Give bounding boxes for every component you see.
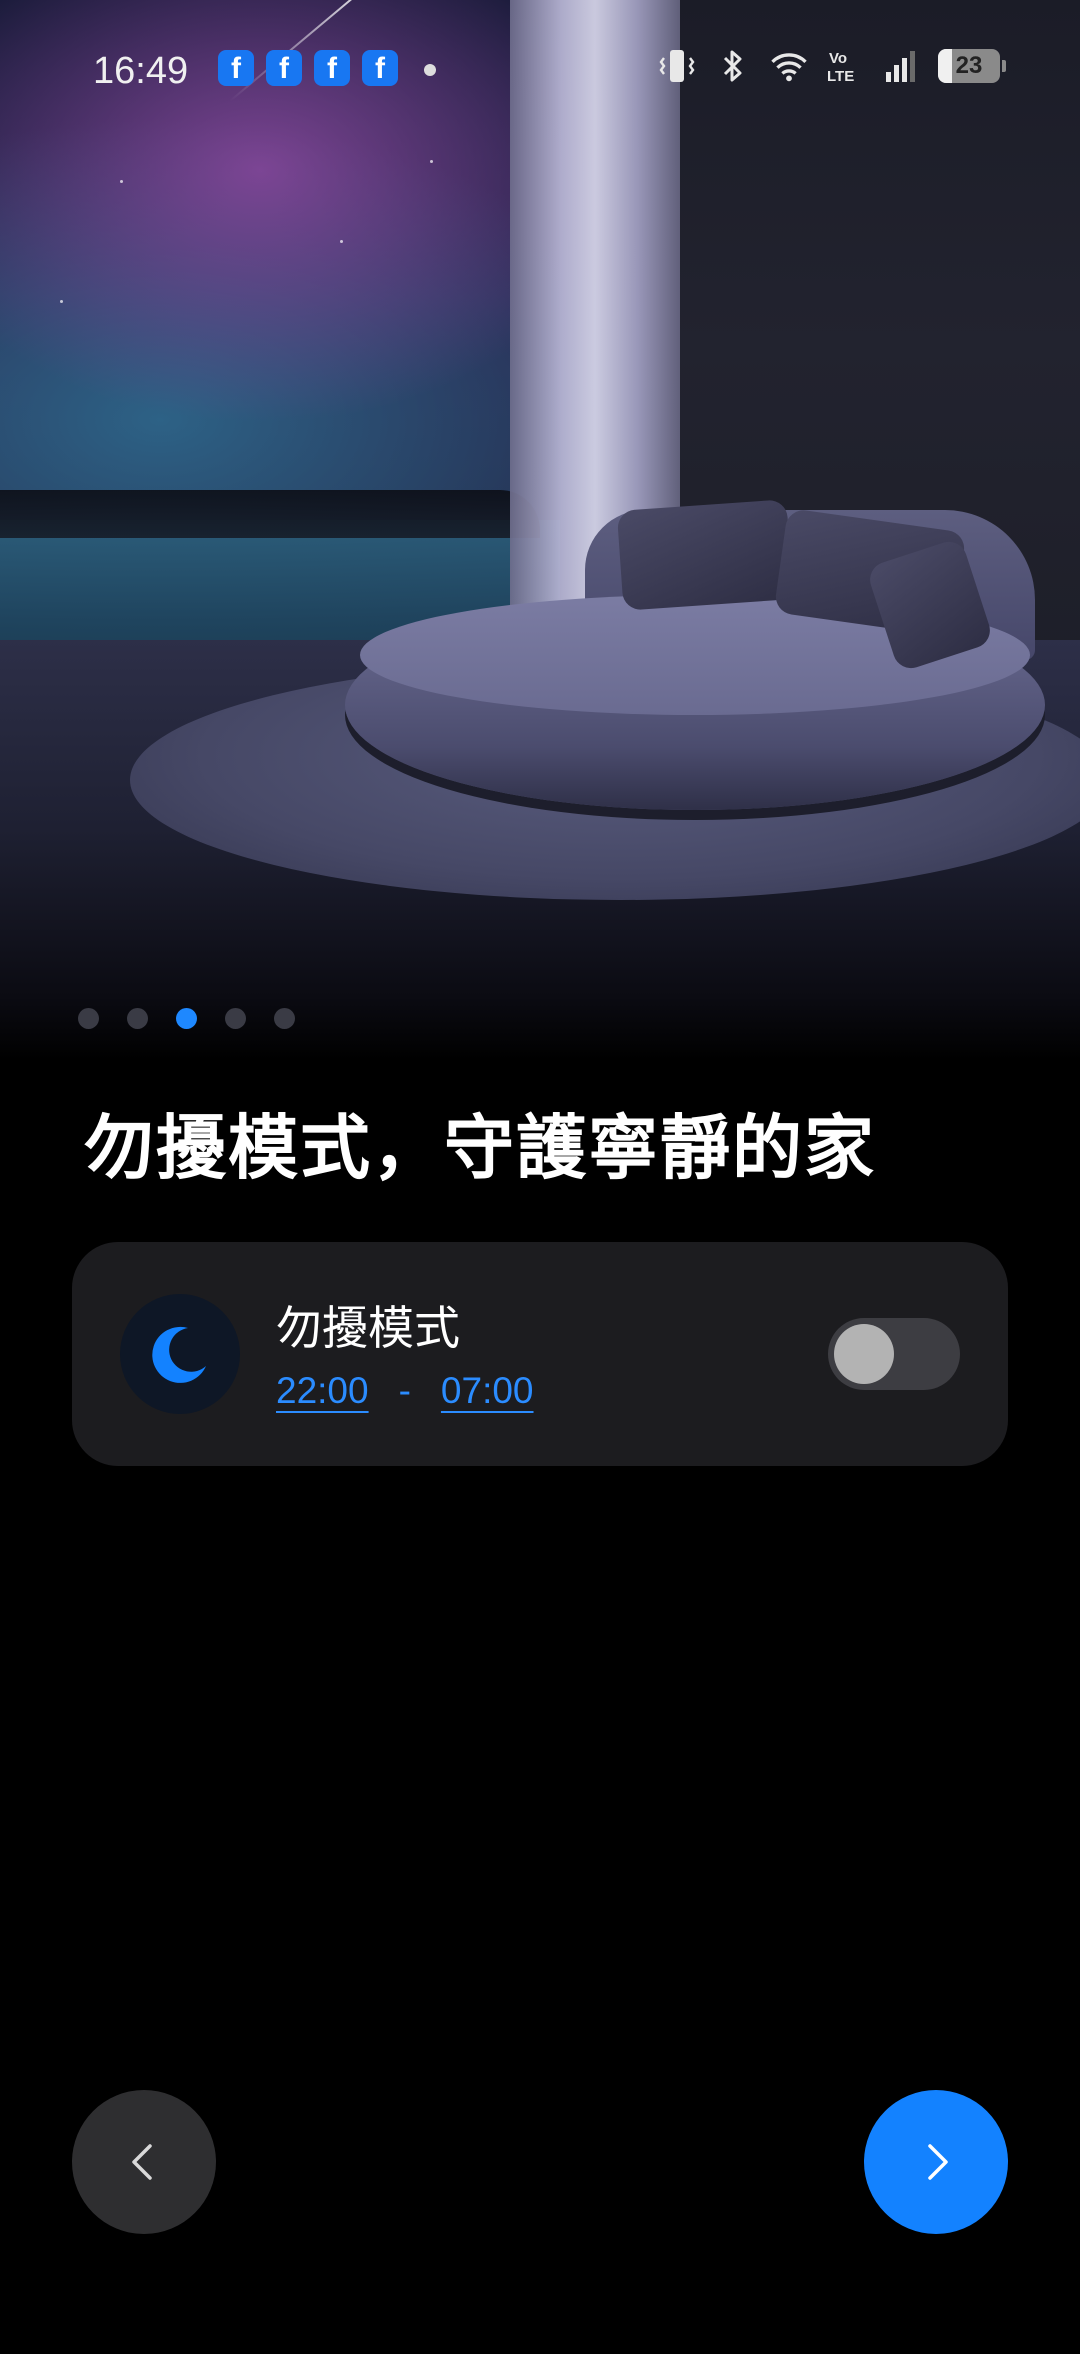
notification-icons: f f f f: [218, 50, 398, 86]
star: [430, 160, 433, 163]
page-dot[interactable]: [127, 1008, 148, 1029]
start-time-link[interactable]: 22:00: [276, 1370, 369, 1412]
star: [60, 300, 63, 303]
page-dot[interactable]: [225, 1008, 246, 1029]
page-dot-active[interactable]: [176, 1008, 197, 1029]
page-dot[interactable]: [274, 1008, 295, 1029]
facebook-icon: f: [218, 50, 254, 86]
end-time-link[interactable]: 07:00: [441, 1370, 534, 1412]
schedule-times: 22:00 - 07:00: [276, 1370, 534, 1412]
battery-icon: 23: [938, 49, 1006, 83]
facebook-icon: f: [266, 50, 302, 86]
next-button[interactable]: [864, 2090, 1008, 2234]
signal-icon: [882, 46, 920, 86]
chevron-right-icon: [928, 2144, 948, 2180]
svg-text:LTE: LTE: [827, 68, 854, 85]
horizon-shore: [0, 490, 540, 538]
dnd-label: 勿擾模式: [276, 1301, 460, 1355]
vibrate-icon: [658, 46, 696, 86]
page-indicator: [78, 1008, 295, 1029]
page-title: 勿擾模式，守護寧靜的家: [84, 1107, 876, 1189]
facebook-icon: f: [362, 50, 398, 86]
pillow: [616, 499, 794, 611]
hero-image: [0, 0, 1080, 1060]
star: [340, 240, 343, 243]
previous-button[interactable]: [72, 2090, 216, 2234]
clock: 16:49: [93, 50, 189, 92]
wifi-icon: [770, 46, 808, 86]
moon-icon: [120, 1294, 240, 1414]
svg-text:Vo: Vo: [829, 50, 847, 67]
facebook-icon: f: [314, 50, 350, 86]
chevron-left-icon: [132, 2144, 152, 2180]
time-separator: -: [398, 1370, 411, 1411]
system-icons: Vo LTE 23: [658, 46, 1006, 86]
status-bar: 16:49 f f f f Vo LTE 23: [0, 40, 1080, 104]
more-notifications-dot: [424, 64, 436, 76]
battery-level: 23: [955, 52, 983, 79]
bluetooth-icon: [714, 46, 752, 86]
page-dot[interactable]: [78, 1008, 99, 1029]
star: [120, 180, 123, 183]
dnd-card: 勿擾模式 22:00 - 07:00: [72, 1242, 1008, 1466]
toggle-knob: [834, 1324, 894, 1384]
volte-icon: Vo LTE: [826, 46, 864, 86]
dnd-toggle[interactable]: [828, 1318, 960, 1390]
